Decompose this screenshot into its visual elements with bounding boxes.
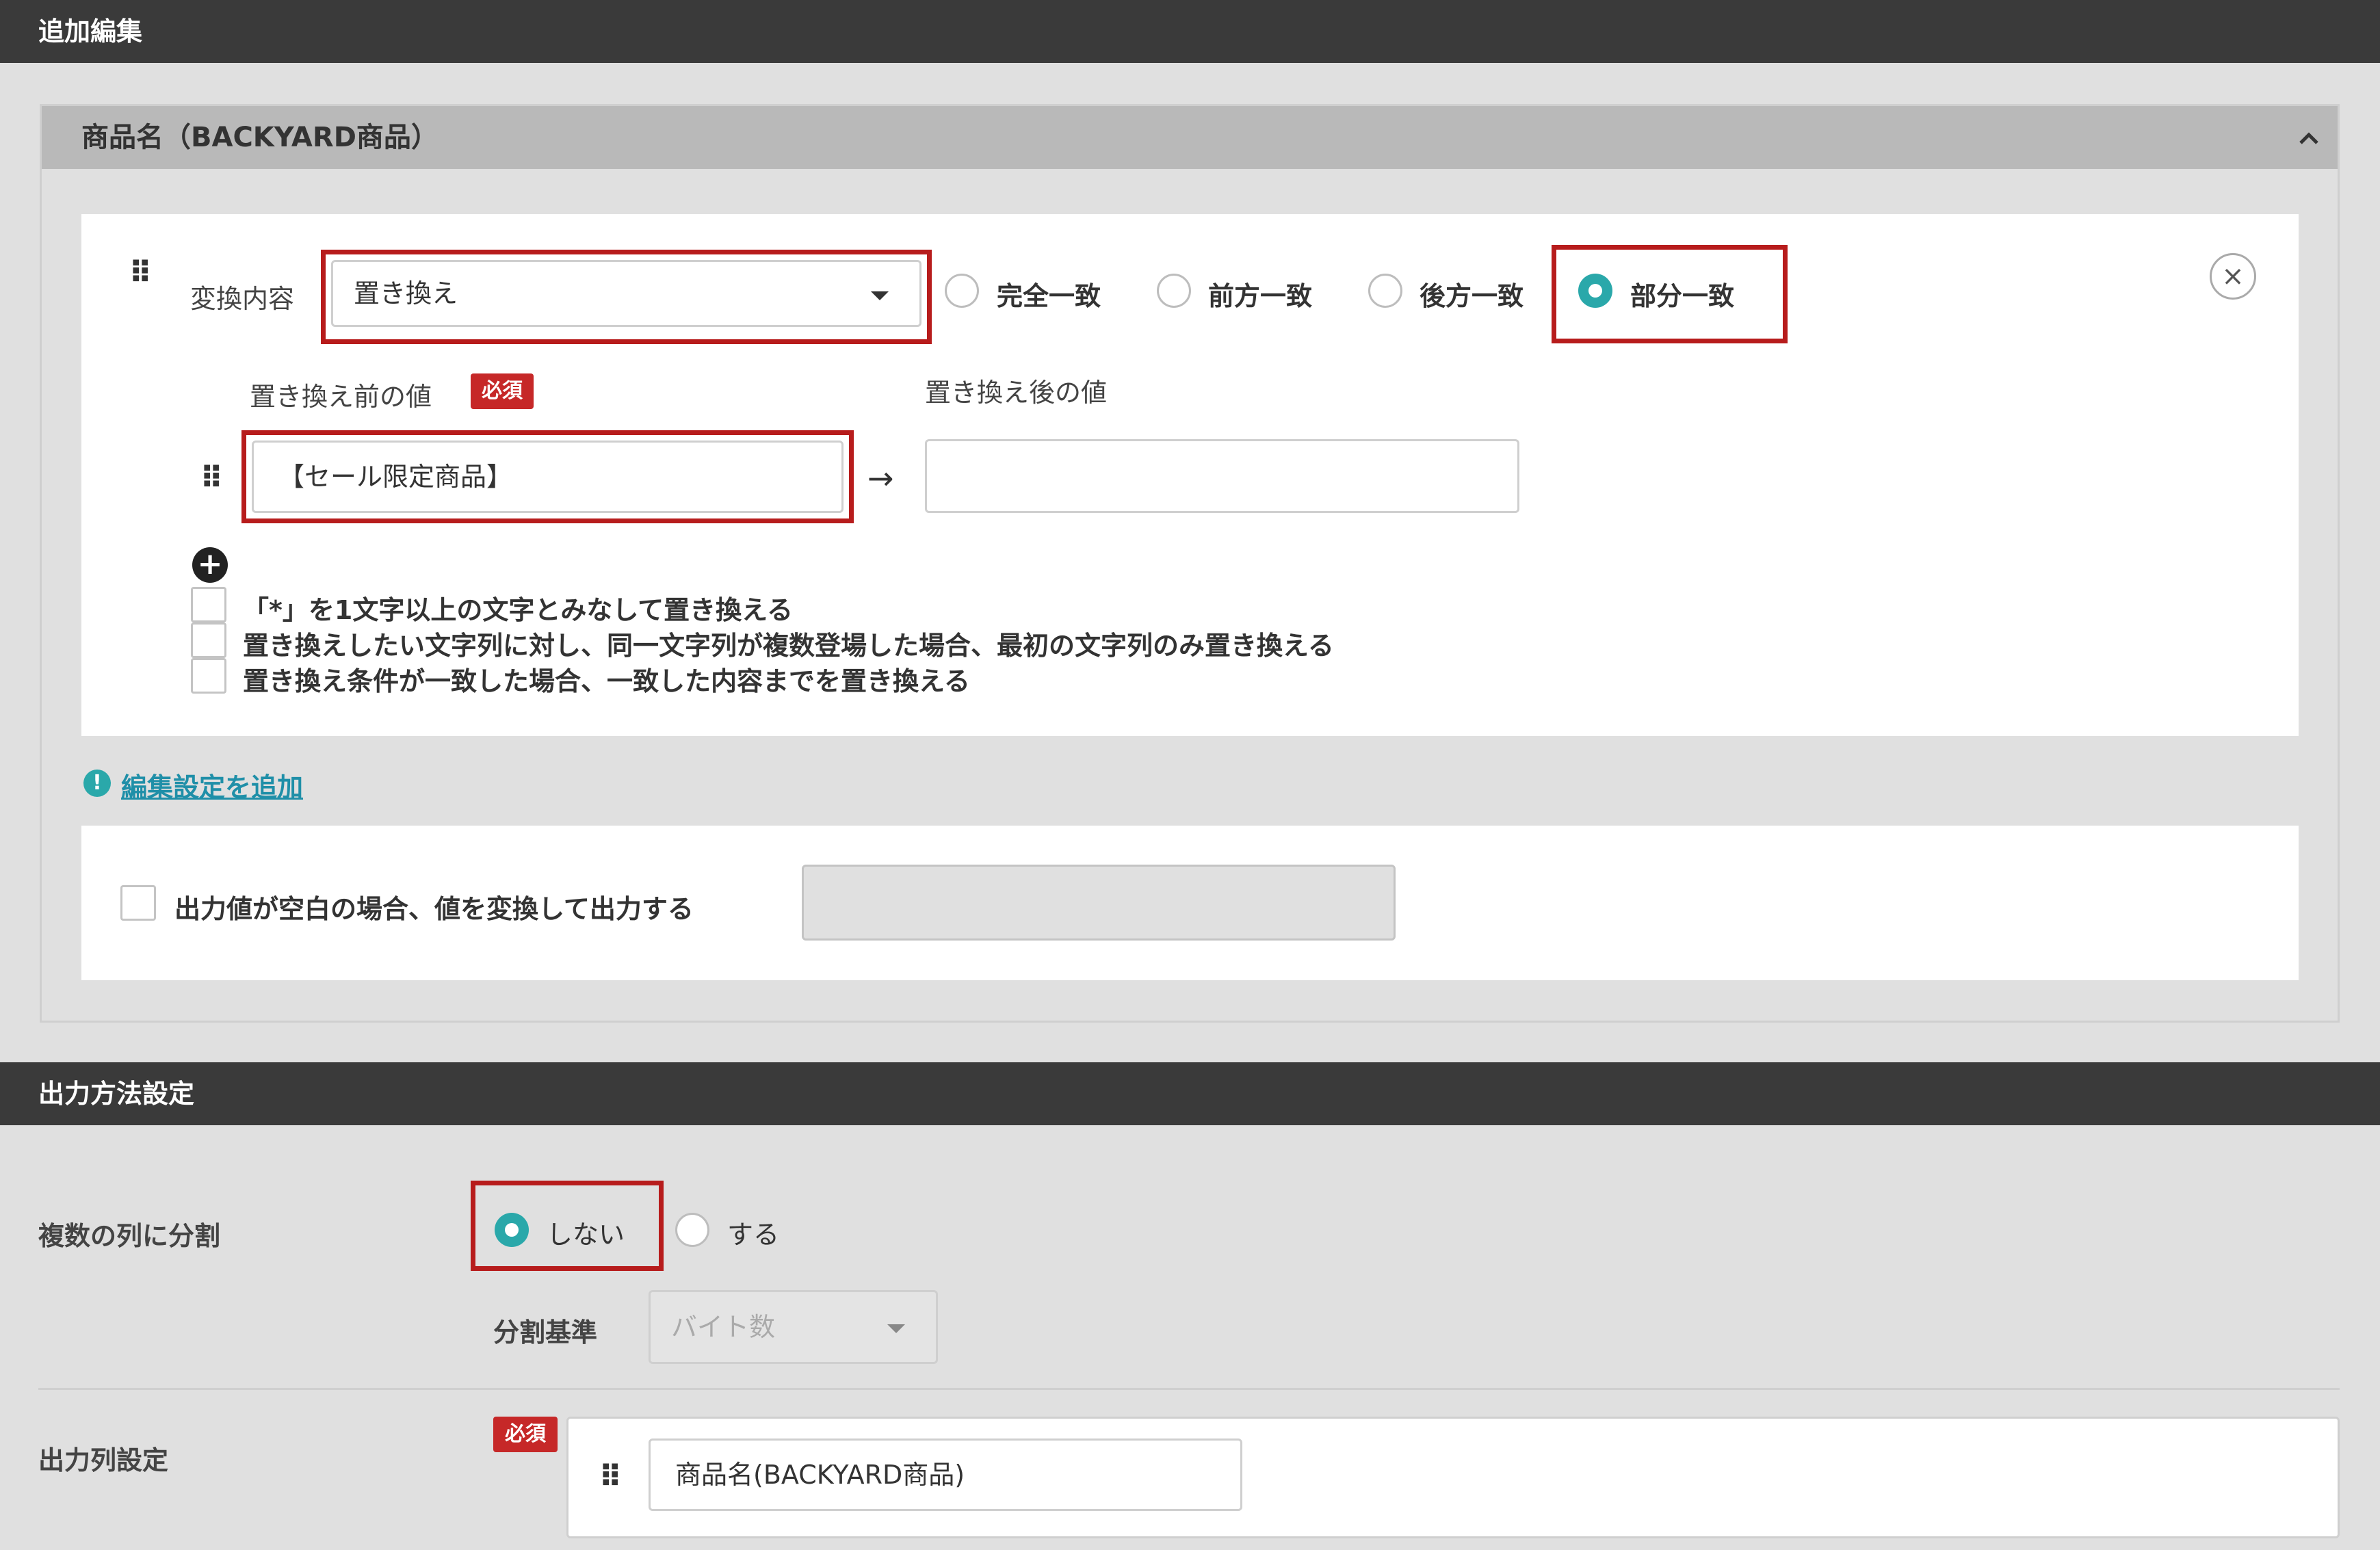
conversion-select-value: 置き換え — [354, 278, 458, 308]
before-value-input[interactable]: 【セール限定商品】 — [252, 441, 844, 513]
drag-handle-icon[interactable]: ⠿ — [599, 1462, 622, 1493]
section-title: 出力方法設定 — [38, 1079, 195, 1109]
radio-prefix-match[interactable] — [1157, 274, 1191, 308]
output-columns-label: 出力列設定 — [38, 1445, 169, 1475]
checkbox-label-first-only: 置き換えしたい文字列に対し、同一文字列が複数登場した場合、最初の文字列のみ置き換… — [243, 631, 1334, 661]
close-icon[interactable]: × — [2210, 253, 2256, 300]
section-title: 追加編集 — [38, 16, 143, 47]
radio-label-prefix: 前方一致 — [1208, 281, 1313, 311]
add-edit-setting-link[interactable]: 編集設定を追加 — [121, 766, 303, 804]
arrow-right-icon: → — [867, 460, 894, 497]
checkbox-first-only[interactable] — [191, 622, 226, 658]
section-header-additional-edit: 追加編集 — [0, 0, 2380, 63]
required-badge: 必須 — [471, 373, 534, 409]
accordion-title: 商品名（BACKYARD商品） — [81, 122, 439, 153]
radio-label-suffix: 後方一致 — [1420, 281, 1524, 311]
blank-output-label: 出力値が空白の場合、値を変換して出力する — [174, 894, 694, 924]
accordion-header[interactable]: 商品名（BACKYARD商品） — [42, 106, 2338, 169]
add-row-icon[interactable]: + — [192, 547, 228, 583]
split-criteria-label: 分割基準 — [493, 1317, 598, 1348]
checkbox-label-wildcard: 「*」を1文字以上の文字とみなして置き換える — [243, 595, 794, 625]
radio-label-exact: 完全一致 — [997, 281, 1101, 311]
radio-label-partial: 部分一致 — [1630, 281, 1735, 311]
blank-output-input[interactable] — [802, 865, 1396, 941]
divider — [38, 1388, 2340, 1390]
checkbox-label-match-only: 置き換え条件が一致した場合、一致した内容までを置き換える — [243, 666, 970, 696]
split-label: 複数の列に分割 — [38, 1221, 221, 1251]
conversion-label: 変換内容 — [190, 284, 295, 314]
split-criteria-value: バイト数 — [671, 1312, 776, 1342]
drag-handle-icon[interactable]: ⠿ — [200, 464, 223, 494]
after-value-input[interactable] — [925, 439, 1519, 513]
before-value-label: 置き換え前の値 — [250, 382, 432, 412]
radio-partial-match[interactable] — [1578, 274, 1612, 308]
split-criteria-select[interactable]: バイト数 — [649, 1290, 938, 1364]
checkbox-wildcard[interactable] — [191, 587, 226, 622]
radio-exact-match[interactable] — [945, 274, 979, 308]
radio-split-yes[interactable] — [675, 1213, 709, 1247]
checkbox-blank-output[interactable] — [120, 885, 156, 921]
radio-label-split-yes: する — [727, 1220, 780, 1250]
radio-label-split-no: しない — [547, 1220, 625, 1250]
radio-suffix-match[interactable] — [1368, 274, 1402, 308]
info-icon: ! — [83, 770, 111, 797]
drag-handle-icon[interactable]: ⠿ — [129, 259, 152, 289]
conversion-select[interactable]: 置き換え — [331, 260, 921, 327]
chevron-down-icon — [887, 1324, 905, 1333]
section-header-output-method: 出力方法設定 — [0, 1062, 2380, 1125]
output-column-input[interactable]: 商品名(BACKYARD商品) — [649, 1439, 1242, 1511]
checkbox-match-only[interactable] — [191, 658, 226, 694]
chevron-down-icon — [871, 291, 889, 300]
chevron-up-icon[interactable] — [2280, 106, 2338, 169]
radio-split-no[interactable] — [495, 1213, 529, 1247]
required-badge: 必須 — [493, 1417, 558, 1452]
after-value-label: 置き換え後の値 — [925, 378, 1108, 408]
